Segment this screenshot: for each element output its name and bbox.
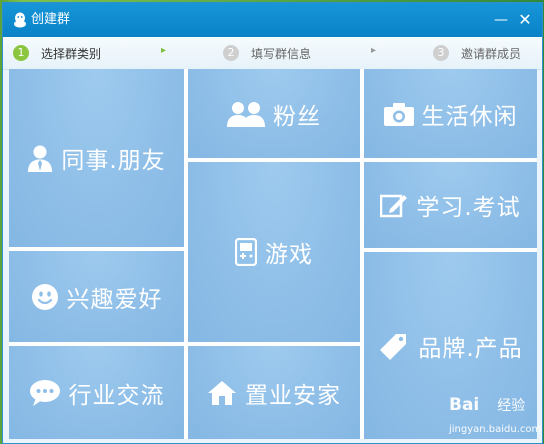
smiley-icon <box>31 283 58 310</box>
minimize-button[interactable]: — <box>490 10 512 30</box>
step-select-category: 1 选择群类别 <box>13 44 101 62</box>
home-icon <box>208 380 236 405</box>
watermark-url: jingyan.baidu.com <box>449 424 542 435</box>
title-bar: 创建群 — ✕ <box>3 3 542 37</box>
tile-colleague-friend[interactable]: 同事.朋友 <box>9 69 184 247</box>
watermark-logo-text: Bai <box>449 395 480 415</box>
tile-label: 同事.朋友 <box>61 148 166 174</box>
window-title: 创建群 <box>31 12 71 27</box>
tile-label: 生活休闲 <box>421 103 518 130</box>
watermark-logo-suffix: 经验 <box>497 398 526 414</box>
step-label-1: 选择群类别 <box>41 46 102 61</box>
camera-icon <box>383 102 414 126</box>
tile-label: 品牌.产品 <box>418 335 523 362</box>
step-number-1: 1 <box>13 45 29 61</box>
tile-study-exam[interactable]: 学习.考试 <box>364 162 537 248</box>
step-fill-info: 2 填写群信息 <box>223 44 311 62</box>
tile-label: 置业安家 <box>245 382 341 409</box>
chat-icon <box>29 379 60 406</box>
create-group-window: 创建群 — ✕ 1 选择群类别 ▸ 2 填写群信息 ▸ 3 邀请群成员 同事.朋… <box>2 2 543 444</box>
person-icon <box>28 145 53 172</box>
tile-label: 兴趣爱好 <box>66 286 163 313</box>
tag-icon <box>380 333 407 360</box>
step-number-3: 3 <box>433 45 449 61</box>
tile-fans[interactable]: 粉丝 <box>188 69 360 158</box>
step-label-3: 邀请群成员 <box>461 46 522 61</box>
penguin-icon <box>14 12 26 28</box>
tile-industry[interactable]: 行业交流 <box>9 346 184 439</box>
tile-label: 行业交流 <box>68 382 165 409</box>
step-progress-bar: 1 选择群类别 ▸ 2 填写群信息 ▸ 3 邀请群成员 <box>3 37 542 70</box>
tile-label: 学习.考试 <box>416 195 521 221</box>
close-button[interactable]: ✕ <box>514 10 536 30</box>
step-number-2: 2 <box>223 45 239 61</box>
step-label-2: 填写群信息 <box>251 46 312 61</box>
step-arrow-icon: ▸ <box>161 45 167 56</box>
tile-label: 粉丝 <box>273 103 321 130</box>
tile-life-leisure[interactable]: 生活休闲 <box>364 69 537 158</box>
step-arrow-icon: ▸ <box>371 45 377 56</box>
edit-icon <box>380 194 408 218</box>
people-icon <box>227 101 265 127</box>
category-grid: 同事.朋友 粉丝 生活休闲 游戏 学习.考试 兴趣爱好 品牌.产品 行业交流 置… <box>9 69 537 439</box>
gamepad-icon <box>235 238 257 266</box>
tile-hobbies[interactable]: 兴趣爱好 <box>9 251 184 342</box>
tile-games[interactable]: 游戏 <box>188 162 360 342</box>
baidu-jingyan-watermark: Bai 经验 jingyan.baidu.com <box>445 391 542 443</box>
tile-real-estate[interactable]: 置业安家 <box>188 346 360 439</box>
tile-label: 游戏 <box>265 242 313 268</box>
step-invite-members: 3 邀请群成员 <box>433 44 521 62</box>
watermark-logo: Bai 经验 <box>449 395 525 415</box>
